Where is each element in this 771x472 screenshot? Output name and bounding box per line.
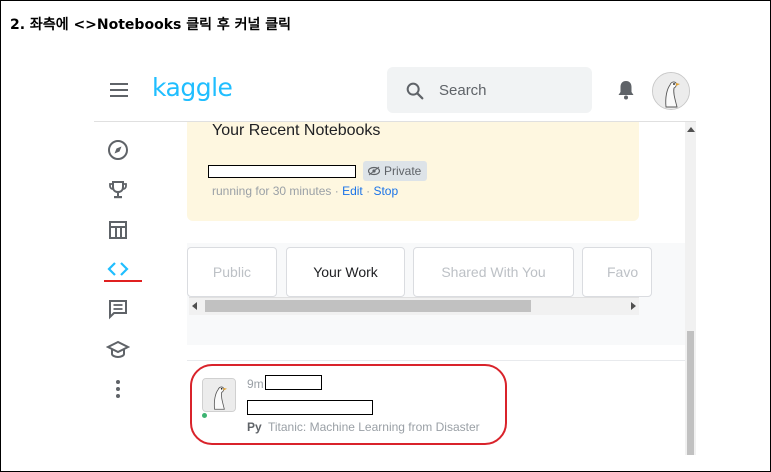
private-badge: Private xyxy=(363,161,427,181)
kaggle-logo[interactable]: kaggle xyxy=(152,73,233,102)
tab-shared-with-you[interactable]: Shared With You xyxy=(413,247,574,297)
running-text: running for 30 minutes xyxy=(212,184,332,198)
recent-notebooks-title: Your Recent Notebooks xyxy=(212,122,381,139)
redacted-notebook-title xyxy=(208,165,356,178)
notification-bell-icon[interactable] xyxy=(614,78,638,102)
user-avatar[interactable] xyxy=(652,72,690,110)
recent-notebooks-card: Your Recent Notebooks Private running fo… xyxy=(187,122,639,221)
eye-icon xyxy=(368,166,380,176)
separator: · xyxy=(331,184,343,198)
comment-icon[interactable] xyxy=(106,297,130,321)
horizontal-scroll-thumb[interactable] xyxy=(205,300,531,312)
more-vert-icon[interactable] xyxy=(106,377,130,401)
running-status: running for 30 minutes · Edit · Stop xyxy=(212,184,398,198)
goose-avatar-icon xyxy=(653,73,689,109)
vertical-scroll-thumb[interactable] xyxy=(687,331,694,455)
search-input[interactable]: Search xyxy=(387,67,592,113)
menu-icon[interactable] xyxy=(110,83,128,97)
click-highlight-annotation xyxy=(190,364,507,445)
vertical-scrollbar[interactable] xyxy=(685,122,696,455)
tab-your-work[interactable]: Your Work xyxy=(286,247,405,297)
compass-icon[interactable] xyxy=(106,138,130,162)
stop-link[interactable]: Stop xyxy=(373,184,398,198)
code-icon[interactable] xyxy=(106,257,130,281)
table-icon[interactable] xyxy=(106,218,130,242)
search-placeholder: Search xyxy=(439,82,487,99)
list-divider xyxy=(187,360,685,361)
horizontal-scrollbar[interactable] xyxy=(189,297,639,315)
scroll-up-icon[interactable] xyxy=(687,127,695,132)
separator: · xyxy=(362,184,374,198)
tab-favorites[interactable]: Favo xyxy=(582,247,652,297)
trophy-icon[interactable] xyxy=(106,178,130,202)
instruction-caption: 2. 좌측에 <>Notebooks 클릭 후 커널 클릭 xyxy=(10,17,291,33)
private-label: Private xyxy=(384,164,422,178)
school-icon[interactable] xyxy=(106,338,130,362)
code-nav-underline xyxy=(104,280,142,282)
tab-public[interactable]: Public xyxy=(187,247,277,297)
edit-link[interactable]: Edit xyxy=(342,184,363,198)
scroll-left-icon[interactable] xyxy=(192,302,197,310)
scroll-right-icon[interactable] xyxy=(631,302,636,310)
search-icon xyxy=(406,82,424,100)
